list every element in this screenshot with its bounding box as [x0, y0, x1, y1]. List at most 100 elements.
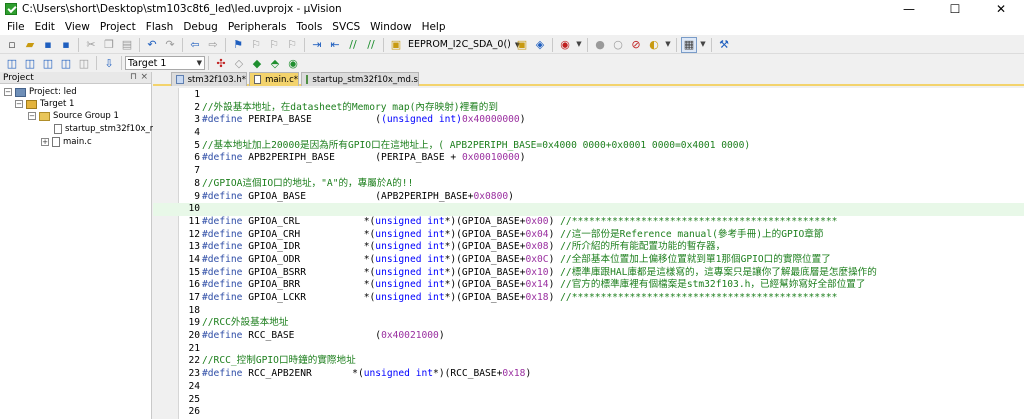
tree-item-file[interactable]: + main.c [41, 136, 92, 148]
navigate-back-icon[interactable]: ⇦ [187, 37, 203, 53]
indent-icon[interactable]: ⇥ [309, 37, 325, 53]
open-file-icon[interactable]: ▰ [22, 37, 38, 53]
comment-icon[interactable]: // [345, 37, 361, 53]
menu-edit[interactable]: Edit [30, 21, 60, 33]
undo-icon[interactable]: ↶ [144, 37, 160, 53]
breakpoint-icon[interactable]: ● [592, 37, 608, 53]
code-line[interactable]: 26 [153, 406, 1024, 419]
menu-window[interactable]: Window [365, 21, 416, 33]
code-line[interactable]: 12 #define GPIOA_CRH *(unsigned int*)(GPI… [153, 229, 1024, 242]
expand-icon[interactable]: + [41, 138, 49, 146]
menu-svcs[interactable]: SVCS [327, 21, 365, 33]
code-line[interactable]: 3 #define PERIPA_BASE ((unsigned int)0x40… [153, 114, 1024, 127]
navigate-forward-icon[interactable]: ⇨ [205, 37, 221, 53]
incremental-find-icon[interactable]: ◈ [532, 37, 548, 53]
code-line[interactable]: 13 #define GPIOA_IDR *(unsigned int*)(GPI… [153, 241, 1024, 254]
disable-breakpoint-icon[interactable]: ○ [610, 37, 626, 53]
find-combo[interactable]: EEPROM_I2C_SDA_0() ▼ [405, 38, 520, 52]
tab-stm32f103-h[interactable]: stm32f103.h* [171, 72, 247, 86]
pin-icon[interactable]: ⊓ [130, 72, 137, 82]
toolbar-separator [182, 37, 183, 52]
stop-build-icon[interactable]: ◫ [76, 55, 92, 71]
code-line[interactable]: 22//RCC_控制GPIO口時鐘的實際地址 [153, 355, 1024, 368]
manage-project-items-icon[interactable]: ◆ [249, 55, 265, 71]
find-in-files-icon[interactable]: ▣ [388, 37, 404, 53]
file-extensions-icon[interactable]: ◇ [231, 55, 247, 71]
code-line[interactable]: 8//GPIOA這個IO口的地址，"A"的，專屬於A的!! [153, 178, 1024, 191]
next-bookmark-icon[interactable]: ⚐ [266, 37, 282, 53]
menu-view[interactable]: View [60, 21, 95, 33]
code-line[interactable]: 11 #define GPIOA_CRL *(unsigned int*)(GPI… [153, 216, 1024, 229]
close-button[interactable]: ✕ [978, 0, 1024, 18]
code-line[interactable]: 9 #define GPIOA_BASE (APB2PERIPH_BASE+0x0… [153, 191, 1024, 204]
code-line[interactable]: 17 #define GPIOA_LCKR *(unsigned int*)(GP… [153, 292, 1024, 305]
code-line[interactable]: 20 #define RCC_BASE (0x40021000) [153, 330, 1024, 343]
code-line[interactable]: 10 [153, 203, 1024, 216]
tree-item-target[interactable]: − Target 1 [15, 98, 74, 110]
code-line[interactable]: 25 [153, 394, 1024, 407]
insert-bookmark-icon[interactable]: ⚑ [230, 37, 246, 53]
menu-flash[interactable]: Flash [141, 21, 179, 33]
maximize-button[interactable]: ☐ [932, 0, 978, 18]
code-line[interactable]: 16 #define GPIOA_BRR *(unsigned int*)(GPI… [153, 279, 1024, 292]
code-line[interactable]: 4 [153, 127, 1024, 140]
debug-session-icon[interactable]: ◉ [557, 37, 573, 53]
code-editor[interactable]: 1 2//外設基本地址，在datasheet的Memory map(內存映射)裡看… [153, 88, 1024, 419]
code-line[interactable]: 1 [153, 89, 1024, 102]
window-layout-icon[interactable]: ▦ [681, 36, 697, 53]
new-file-icon[interactable]: ▫ [4, 37, 20, 53]
configure-icon[interactable]: ◐ [646, 37, 662, 53]
previous-bookmark-icon[interactable]: ⚐ [248, 37, 264, 53]
code-line[interactable]: 23 #define RCC_APB2ENR *(unsigned int*)(R… [153, 368, 1024, 381]
copy-icon[interactable]: ❐ [101, 37, 117, 53]
uncomment-icon[interactable]: // [363, 37, 379, 53]
debug-dropdown-icon[interactable]: ▼ [575, 37, 583, 53]
tree-item-project[interactable]: − Project: led [4, 86, 77, 98]
tab-startup-s[interactable]: startup_stm32f10x_md.s [301, 72, 419, 86]
menu-tools[interactable]: Tools [291, 21, 327, 33]
redo-icon[interactable]: ↷ [162, 37, 178, 53]
minimize-button[interactable]: — [886, 0, 932, 18]
tree-item-group[interactable]: − Source Group 1 [28, 110, 119, 122]
code-line[interactable]: 2//外設基本地址，在datasheet的Memory map(內存映射)裡看的… [153, 102, 1024, 115]
rebuild-icon[interactable]: ◫ [40, 55, 56, 71]
code-line[interactable]: 6 #define APB2PERIPH_BASE (PERIPA_BASE + … [153, 152, 1024, 165]
kill-breakpoints-icon[interactable]: ⊘ [628, 37, 644, 53]
code-line[interactable]: 18 [153, 305, 1024, 318]
menu-debug[interactable]: Debug [178, 21, 223, 33]
collapse-icon[interactable]: − [15, 100, 23, 108]
download-load-icon[interactable]: ⇩ [101, 55, 117, 71]
paste-icon[interactable]: ▤ [119, 37, 135, 53]
save-icon[interactable]: ▪ [40, 37, 56, 53]
translate-icon[interactable]: ◫ [4, 55, 20, 71]
code-line[interactable]: 21 [153, 343, 1024, 356]
clear-bookmarks-icon[interactable]: ⚐ [284, 37, 300, 53]
menu-project[interactable]: Project [95, 21, 141, 33]
build-icon[interactable]: ◫ [22, 55, 38, 71]
options-for-target-icon[interactable]: ✣ [213, 55, 229, 71]
find-icon[interactable]: ▣ [514, 37, 530, 53]
code-line[interactable]: 5//基本地址加上20000是因為所有GPIO口在這地址上，( APB2PERI… [153, 140, 1024, 153]
target-select[interactable]: Target 1 ▼ [125, 56, 205, 70]
batch-build-icon[interactable]: ◫ [58, 55, 74, 71]
save-all-icon[interactable]: ▪ [58, 37, 74, 53]
unindent-icon[interactable]: ⇤ [327, 37, 343, 53]
menu-file[interactable]: File [2, 21, 30, 33]
manage-run-time-icon[interactable]: ◉ [285, 55, 301, 71]
close-panel-icon[interactable]: × [140, 72, 148, 82]
collapse-icon[interactable]: − [28, 112, 36, 120]
code-line[interactable]: 19//RCC外設基本地址 [153, 317, 1024, 330]
pack-installer-icon[interactable]: ⬘ [267, 55, 283, 71]
code-line[interactable]: 14 #define GPIOA_ODR *(unsigned int*)(GPI… [153, 254, 1024, 267]
code-line[interactable]: 15 #define GPIOA_BSRR *(unsigned int*)(GP… [153, 267, 1024, 280]
window-layout-dropdown-icon[interactable]: ▼ [699, 37, 707, 53]
code-line[interactable]: 24 [153, 381, 1024, 394]
menu-peripherals[interactable]: Peripherals [223, 21, 292, 33]
code-line[interactable]: 7 [153, 165, 1024, 178]
collapse-icon[interactable]: − [4, 88, 12, 96]
cut-icon[interactable]: ✂ [83, 37, 99, 53]
tab-main-c[interactable]: main.c* [249, 72, 299, 86]
menu-help[interactable]: Help [417, 21, 451, 33]
configure-dropdown-icon[interactable]: ▼ [664, 37, 672, 53]
settings-wrench-icon[interactable]: ⚒ [716, 37, 732, 53]
